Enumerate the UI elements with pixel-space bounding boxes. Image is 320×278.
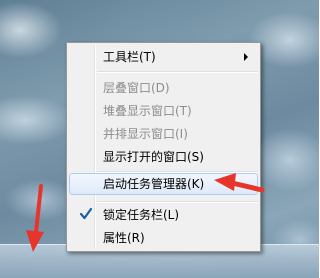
annotation-arrows	[26, 173, 265, 252]
desktop-background: 工具栏(T) 层叠窗口(D) 堆叠显示窗口(T) 并排显示窗口(I) 显示打开的…	[0, 0, 319, 278]
red-arrow-pointing-to-task-manager	[214, 173, 265, 193]
red-arrow-pointing-to-taskbar	[26, 184, 44, 252]
